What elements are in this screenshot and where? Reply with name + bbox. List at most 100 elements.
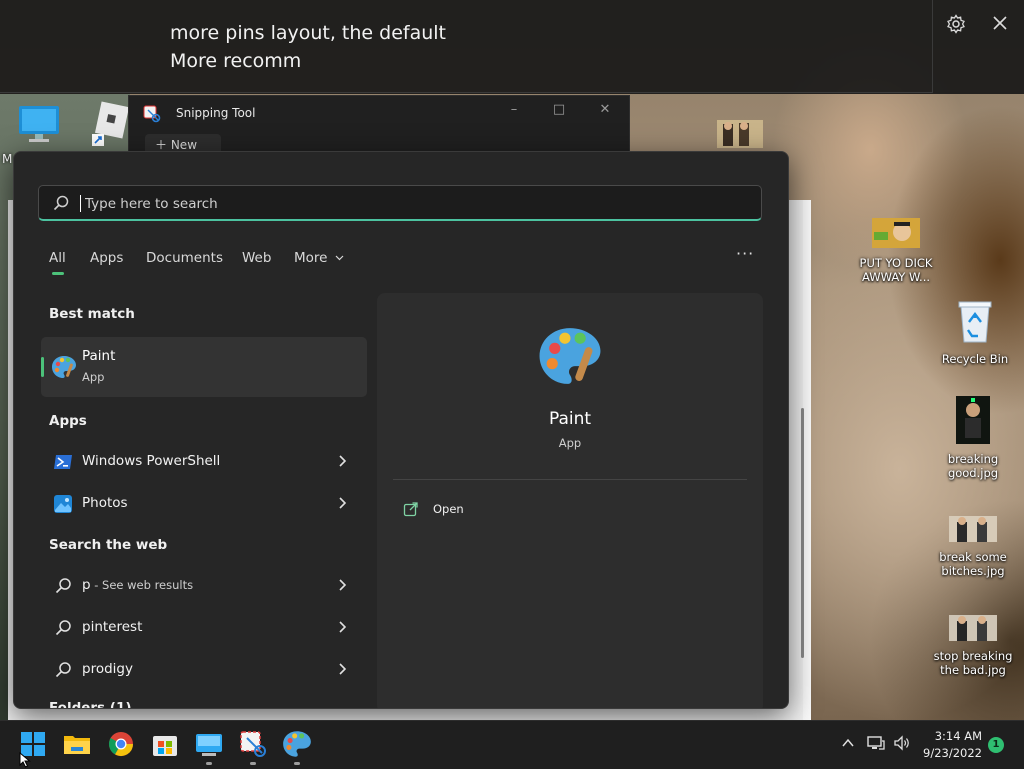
notification-badge[interactable]: 1 xyxy=(988,737,1004,753)
close-icon[interactable] xyxy=(991,14,1009,32)
chevron-up-icon[interactable] xyxy=(841,736,855,750)
paint-palette-icon xyxy=(539,328,601,384)
snipping-tool-icon xyxy=(143,105,161,123)
tab-documents[interactable]: Documents xyxy=(146,250,223,266)
web-result-hint: - See web results xyxy=(90,578,194,592)
store-icon[interactable] xyxy=(150,729,180,759)
desktop-icon-label: stop breaking the bad.jpg xyxy=(933,649,1013,677)
window-title: Snipping Tool xyxy=(176,106,256,120)
chevron-right-icon xyxy=(339,579,347,591)
search-icon xyxy=(55,620,71,636)
section-title-best-match: Best match xyxy=(49,306,135,322)
app-result-label: Windows PowerShell xyxy=(82,453,221,469)
chevron-right-icon xyxy=(339,663,347,675)
network-icon[interactable] xyxy=(867,735,885,751)
running-indicator xyxy=(294,762,300,765)
background-window-scrollbar[interactable] xyxy=(801,408,804,658)
gear-icon[interactable] xyxy=(946,14,966,34)
search-panel: All Apps Documents Web More ··· Best mat… xyxy=(13,151,789,709)
paint-palette-icon xyxy=(52,356,76,378)
open-external-icon xyxy=(403,502,418,517)
web-result-label: p - See web results xyxy=(82,577,193,593)
desktop-icon-recycle-bin[interactable]: Recycle Bin xyxy=(935,298,1015,366)
clock-time[interactable]: 3:14 AM xyxy=(918,729,982,743)
search-input[interactable] xyxy=(83,186,747,222)
taskbar: 3:14 AM 9/23/2022 1 xyxy=(0,720,1024,769)
chevron-down-icon xyxy=(335,255,344,261)
image-thumbnail xyxy=(717,120,763,148)
divider xyxy=(393,479,747,480)
powershell-icon xyxy=(54,455,72,469)
desktop-icon-label: break some bitches.jpg xyxy=(939,550,1007,578)
image-thumbnail xyxy=(956,396,990,444)
remote-desktop-icon[interactable] xyxy=(194,729,224,759)
result-name: Paint xyxy=(82,348,116,364)
desktop-icon-label: PUT YO DICK AWWAY W... xyxy=(859,256,933,284)
desktop-icon-label: breaking good.jpg xyxy=(947,452,999,480)
detail-app-name: Paint xyxy=(548,409,592,429)
app-result-photos[interactable]: Photos xyxy=(41,484,367,524)
close-icon[interactable]: ✕ xyxy=(598,103,612,117)
caption-line: More recomm xyxy=(170,50,302,72)
web-result-p[interactable]: p - See web results xyxy=(41,566,367,606)
active-tab-indicator xyxy=(52,272,64,275)
app-result-powershell[interactable]: Windows PowerShell xyxy=(41,442,367,482)
chevron-right-icon xyxy=(339,497,347,509)
paint-palette-icon[interactable] xyxy=(282,729,312,759)
image-thumbnail xyxy=(949,615,997,641)
snipping-tool-window[interactable]: Snipping Tool – □ ✕ ＋ New xyxy=(128,95,630,157)
desktop-icon-image-4[interactable]: stop breaking the bad.jpg xyxy=(933,615,1013,677)
photos-icon xyxy=(54,495,72,513)
text-caret xyxy=(80,195,81,212)
desktop-icon-image-3[interactable]: break some bitches.jpg xyxy=(933,516,1013,578)
more-options-icon[interactable]: ··· xyxy=(736,244,754,263)
search-icon xyxy=(55,578,71,594)
desktop-icon-label: Recycle Bin xyxy=(941,352,1009,366)
tab-apps[interactable]: Apps xyxy=(90,250,123,266)
result-type: App xyxy=(82,370,105,384)
background-window-edge xyxy=(803,200,811,720)
web-result-pinterest[interactable]: pinterest xyxy=(41,608,367,648)
image-thumbnail xyxy=(949,516,997,542)
file-explorer-icon[interactable] xyxy=(62,729,92,759)
new-snip-label: New xyxy=(170,138,198,152)
web-result-label: prodigy xyxy=(82,661,133,677)
section-title-apps: Apps xyxy=(49,413,87,429)
app-result-label: Photos xyxy=(82,495,128,511)
caption-line: more pins layout, the default xyxy=(170,22,447,44)
desktop-icon-roblox[interactable] xyxy=(92,100,130,150)
desktop-icon-label-fragment: M xyxy=(2,152,13,166)
tab-web[interactable]: Web xyxy=(242,250,271,266)
running-indicator xyxy=(250,762,256,765)
tab-more[interactable]: More xyxy=(294,250,344,266)
desktop-icon-this-pc[interactable] xyxy=(16,104,64,148)
result-detail-pane: Paint App Open xyxy=(377,293,763,708)
volume-icon[interactable] xyxy=(893,735,911,751)
monitor-icon xyxy=(19,106,59,142)
chevron-right-icon xyxy=(339,621,347,633)
search-icon xyxy=(53,195,69,211)
tab-all[interactable]: All xyxy=(49,250,66,266)
maximize-icon[interactable]: □ xyxy=(552,103,566,117)
search-icon xyxy=(55,662,71,678)
detail-app-type: App xyxy=(558,436,582,450)
roblox-icon xyxy=(92,101,130,146)
selection-accent xyxy=(41,357,44,377)
caption-text-area: more pins layout, the default More recom… xyxy=(0,0,933,93)
web-result-label: pinterest xyxy=(82,619,143,635)
best-match-result[interactable]: Paint App xyxy=(41,337,367,397)
web-result-prodigy[interactable]: prodigy xyxy=(41,650,367,690)
desktop-icon-image-1[interactable]: PUT YO DICK AWWAY W... xyxy=(856,218,936,284)
recycle-bin-icon xyxy=(958,301,992,343)
section-title-folders: Folders (1) xyxy=(49,700,132,709)
search-box[interactable] xyxy=(38,185,762,222)
web-result-query: p xyxy=(82,577,91,593)
running-indicator xyxy=(206,762,212,765)
desktop-icon-image-2[interactable]: breaking good.jpg xyxy=(933,396,1013,480)
section-title-web: Search the web xyxy=(49,537,168,553)
chrome-icon[interactable] xyxy=(106,729,136,759)
snipping-tool-icon[interactable] xyxy=(238,729,268,759)
minimize-icon[interactable]: – xyxy=(507,103,521,117)
clock-date[interactable]: 9/23/2022 xyxy=(918,746,982,760)
chevron-right-icon xyxy=(339,455,347,467)
